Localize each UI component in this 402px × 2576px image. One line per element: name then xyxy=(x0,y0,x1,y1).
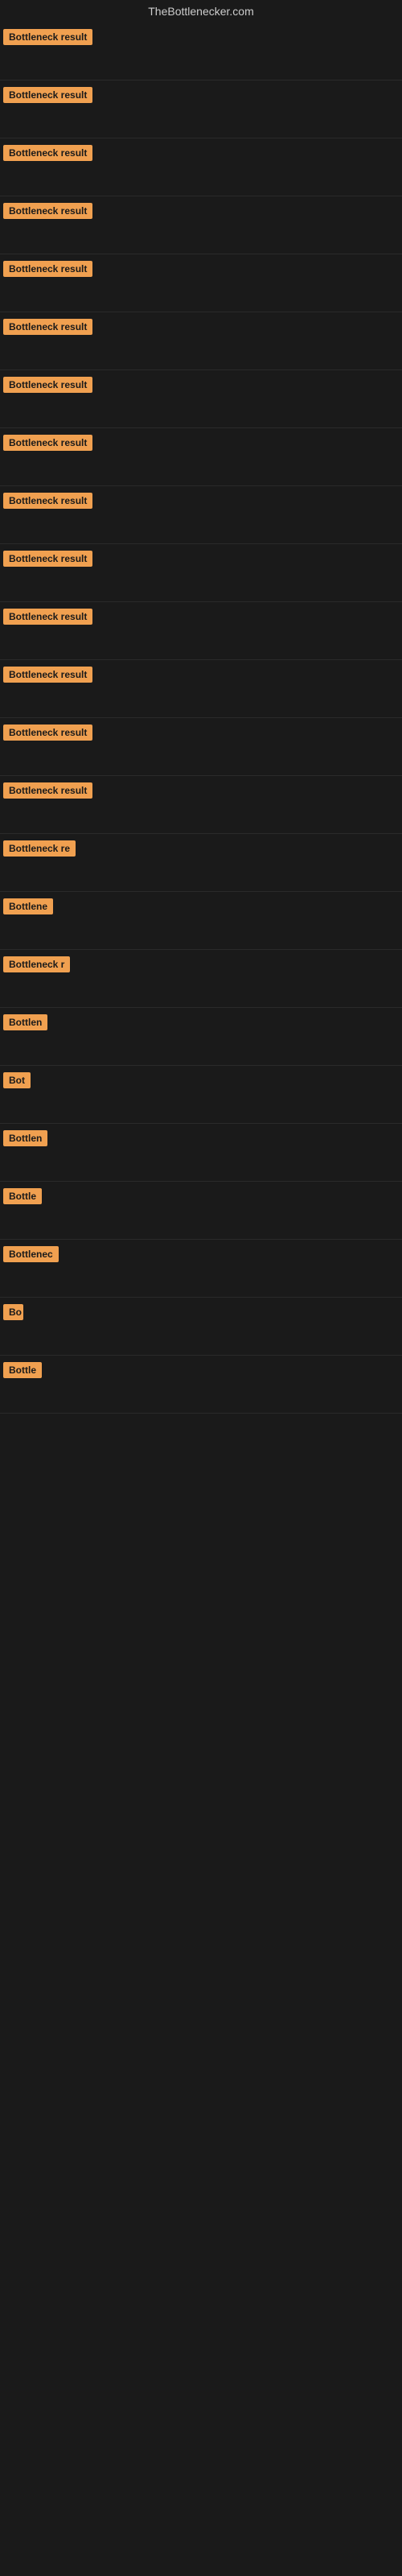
result-row: Bottleneck result xyxy=(0,254,402,312)
result-row: Bottlene xyxy=(0,892,402,950)
result-row: Bottlen xyxy=(0,1124,402,1182)
bottleneck-badge[interactable]: Bot xyxy=(3,1072,31,1088)
bottleneck-badge[interactable]: Bo xyxy=(3,1304,23,1320)
bottleneck-badge[interactable]: Bottle xyxy=(3,1188,42,1204)
site-title: TheBottlenecker.com xyxy=(0,0,402,23)
result-row: Bottleneck result xyxy=(0,428,402,486)
result-row: Bottleneck re xyxy=(0,834,402,892)
bottleneck-badge[interactable]: Bottleneck re xyxy=(3,840,76,857)
bottleneck-badge[interactable]: Bottleneck result xyxy=(3,87,92,103)
result-row: Bottleneck result xyxy=(0,80,402,138)
bottleneck-badge[interactable]: Bottleneck result xyxy=(3,435,92,451)
bottleneck-badge[interactable]: Bottleneck result xyxy=(3,145,92,161)
bottleneck-badge[interactable]: Bottleneck r xyxy=(3,956,70,972)
bottleneck-badge[interactable]: Bottleneck result xyxy=(3,261,92,277)
bottleneck-badge[interactable]: Bottleneck result xyxy=(3,29,92,45)
result-row: Bottlen xyxy=(0,1008,402,1066)
bottleneck-badge[interactable]: Bottleneck result xyxy=(3,667,92,683)
result-row: Bottleneck result xyxy=(0,544,402,602)
bottleneck-badge[interactable]: Bottlene xyxy=(3,898,53,914)
result-row: Bot xyxy=(0,1066,402,1124)
bottleneck-badge[interactable]: Bottleneck result xyxy=(3,551,92,567)
bottleneck-badge[interactable]: Bottleneck result xyxy=(3,609,92,625)
result-row: Bottleneck result xyxy=(0,602,402,660)
result-row: Bo xyxy=(0,1298,402,1356)
result-row: Bottleneck result xyxy=(0,660,402,718)
bottleneck-badge[interactable]: Bottleneck result xyxy=(3,203,92,219)
bottleneck-badge[interactable]: Bottlen xyxy=(3,1014,47,1030)
bottleneck-badge[interactable]: Bottle xyxy=(3,1362,42,1378)
site-title-text: TheBottlenecker.com xyxy=(148,5,254,18)
result-row: Bottlenec xyxy=(0,1240,402,1298)
result-row: Bottleneck result xyxy=(0,312,402,370)
result-row: Bottleneck r xyxy=(0,950,402,1008)
bottleneck-badge[interactable]: Bottlen xyxy=(3,1130,47,1146)
result-row: Bottle xyxy=(0,1356,402,1414)
bottleneck-badge[interactable]: Bottleneck result xyxy=(3,319,92,335)
bottleneck-badge[interactable]: Bottlenec xyxy=(3,1246,59,1262)
result-row: Bottleneck result xyxy=(0,718,402,776)
bottleneck-badge[interactable]: Bottleneck result xyxy=(3,377,92,393)
result-row: Bottleneck result xyxy=(0,486,402,544)
result-row: Bottleneck result xyxy=(0,196,402,254)
bottleneck-badge[interactable]: Bottleneck result xyxy=(3,724,92,741)
result-row: Bottleneck result xyxy=(0,776,402,834)
bottleneck-badge[interactable]: Bottleneck result xyxy=(3,782,92,799)
result-row: Bottle xyxy=(0,1182,402,1240)
result-row: Bottleneck result xyxy=(0,138,402,196)
bottleneck-badge[interactable]: Bottleneck result xyxy=(3,493,92,509)
result-row: Bottleneck result xyxy=(0,23,402,80)
results-container: Bottleneck result Bottleneck result Bottle… xyxy=(0,23,402,1414)
result-row: Bottleneck result xyxy=(0,370,402,428)
